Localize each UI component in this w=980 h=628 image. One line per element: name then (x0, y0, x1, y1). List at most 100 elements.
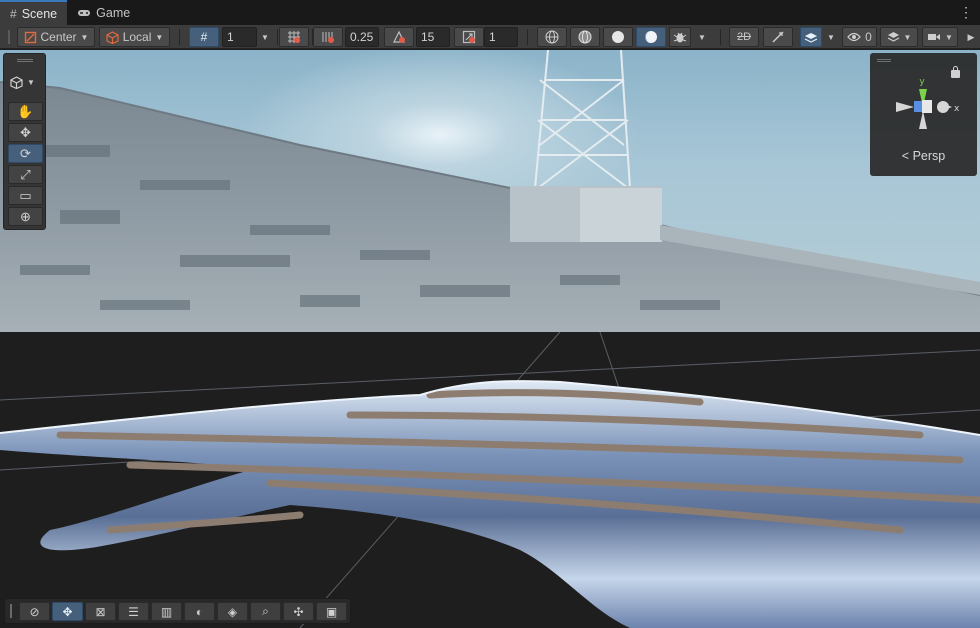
scene-visibility-button[interactable]: 0 (842, 27, 877, 47)
layers-icon (887, 32, 899, 42)
shaded-sphere-icon (612, 31, 624, 43)
grid-icon: # (10, 6, 17, 21)
move-overlay-button[interactable]: ✥ (52, 602, 83, 621)
overlay-grip[interactable] (17, 59, 33, 62)
chevron-left-icon: < (901, 149, 910, 163)
overlay-grip[interactable] (10, 604, 12, 618)
scene-fx-button[interactable] (800, 27, 822, 47)
increment-snap-icon (322, 32, 334, 43)
axis-gizmo-icon[interactable]: y x (870, 67, 977, 147)
rotate-tool-button[interactable]: ⟳ (8, 144, 43, 163)
grid-toggle-button[interactable]: # (189, 27, 219, 47)
hand-tool-button[interactable]: ✋ (8, 102, 43, 121)
tab-scene[interactable]: # Scene (0, 0, 68, 25)
grid-overlay-button[interactable]: ▥ (151, 602, 182, 621)
tab-scene-label: Scene (21, 6, 58, 21)
camera-overlay-button[interactable]: ▣ (316, 602, 347, 621)
tool-context-dropdown[interactable]: ▼ (10, 76, 35, 89)
divider (179, 29, 180, 45)
navmesh-icon: ◈ (227, 604, 238, 619)
move-tool-button[interactable]: ✥ (8, 123, 43, 142)
camera-icon (928, 34, 941, 40)
grid-icon: # (200, 30, 208, 44)
tools-overlay: ▼ ✋ ✥ ⟳ ⤢ ▭ ⊕ (3, 53, 46, 230)
pivot-rotation-dropdown[interactable]: Local ▼ (99, 27, 170, 47)
snap-to-grid-button[interactable] (279, 27, 309, 47)
increment-snap-button[interactable] (313, 27, 343, 47)
lighting-shading-button[interactable] (636, 27, 666, 47)
tab-game[interactable]: Game (67, 0, 140, 25)
navmesh-overlay-button[interactable]: ◈ (217, 602, 248, 621)
sliders-icon: ☰ (128, 604, 139, 619)
rotation-snap-value: 15 (421, 30, 435, 44)
draw-mode-dropdown[interactable]: ▼ (694, 27, 710, 47)
pivot-mode-label: Center (40, 30, 77, 44)
pivot-icon: ✣ (293, 604, 304, 619)
bug-icon (673, 32, 687, 43)
svg-text:y: y (919, 77, 925, 87)
search-icon: ⌕ (262, 604, 269, 618)
grid-lines-icon: ▥ (160, 604, 173, 619)
chevron-down-icon: ▼ (27, 78, 35, 87)
divider (277, 29, 278, 45)
terrain-overlay-button[interactable]: ⊠ (85, 602, 116, 621)
grid-size-value: 1 (227, 30, 234, 44)
scale-snap-button[interactable] (454, 27, 484, 47)
pivot-mode-dropdown[interactable]: Center ▼ (17, 27, 95, 47)
2d-mode-button[interactable]: 2D (729, 27, 759, 47)
scale-tool-icon: ⤢ (20, 166, 31, 182)
snap-grid-icon (288, 31, 300, 43)
pivot-rotation-label: Local (122, 30, 152, 44)
scene-viewport[interactable] (0, 50, 980, 628)
shaded-wireframe-button[interactable] (570, 27, 600, 47)
increment-snap-value: 0.25 (350, 30, 374, 44)
toolbar-grip[interactable] (8, 30, 10, 44)
shaded-button[interactable] (603, 27, 633, 47)
chevron-down-icon: ▼ (80, 32, 89, 42)
chevron-down-icon: ▼ (827, 32, 835, 42)
cube-icon (10, 76, 23, 89)
scene-geometry (0, 50, 980, 628)
tab-game-label: Game (96, 5, 131, 20)
grid-size-dropdown[interactable]: ▼ (257, 27, 273, 47)
search-overlay-button[interactable]: ⌕ (250, 602, 281, 621)
layers-dropdown[interactable]: ▼ (880, 27, 918, 47)
svg-text:x: x (954, 104, 960, 114)
orientation-overlay-button[interactable]: ⊘ (19, 602, 50, 621)
move-icon: ✥ (62, 604, 73, 619)
window-tab-bar: # Scene Game ⋮ (0, 0, 980, 25)
increment-snap-field[interactable]: 0.25 (345, 27, 379, 47)
chevron-right-icon: ▶ (967, 31, 975, 42)
scene-fx-dropdown[interactable]: ▼ (823, 27, 839, 47)
rotation-snap-field[interactable]: 15 (416, 27, 450, 47)
projection-toggle[interactable]: < Persp (870, 149, 977, 163)
orientation-gizmo: y x < Persp (870, 53, 977, 176)
scale-snap-icon (462, 30, 476, 44)
rotation-snap-button[interactable] (384, 27, 414, 47)
camera-settings-dropdown[interactable]: ▼ (922, 27, 958, 47)
scale-snap-field[interactable]: 1 (484, 27, 518, 47)
camera-icon: ▣ (325, 604, 338, 619)
wireframe-shading-button[interactable] (537, 27, 567, 47)
transform-tool-button[interactable]: ⊕ (8, 207, 43, 226)
grid-size-field[interactable]: 1 (222, 27, 257, 47)
local-cube-icon (106, 30, 119, 44)
move-tool-icon: ✥ (20, 124, 31, 140)
rect-tool-button[interactable]: ▭ (8, 186, 43, 205)
scale-tool-button[interactable]: ⤢ (8, 165, 43, 184)
toolbar-overflow-button[interactable]: ▶ (964, 27, 978, 47)
chevron-down-icon: ▼ (155, 32, 164, 42)
scene-lighting-button[interactable] (763, 27, 793, 47)
sliders-overlay-button[interactable]: ☰ (118, 602, 149, 621)
overlay-grip[interactable] (877, 59, 891, 62)
pivot-overlay-button[interactable]: ✣ (283, 602, 314, 621)
lighting-icon (772, 31, 784, 43)
moon-icon: ◐ (195, 604, 204, 619)
gamepad-icon (78, 9, 91, 16)
debug-draw-mode-button[interactable] (669, 27, 691, 47)
pivot-center-icon (24, 31, 36, 43)
more-options-icon[interactable]: ⋮ (959, 4, 973, 21)
rotation-snap-icon (393, 30, 405, 43)
lighting-overlay-button[interactable]: ◐ (184, 602, 215, 621)
scale-snap-value: 1 (489, 30, 496, 44)
